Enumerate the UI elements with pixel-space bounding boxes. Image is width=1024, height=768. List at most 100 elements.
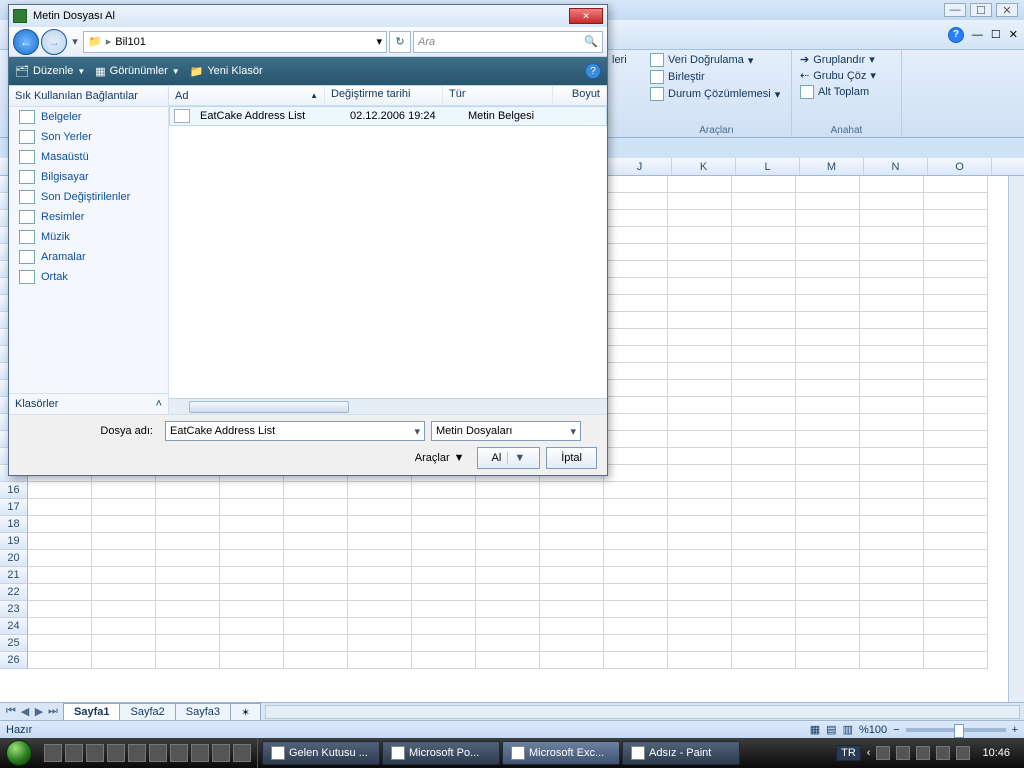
cell[interactable] — [220, 567, 284, 584]
cell[interactable] — [540, 533, 604, 550]
file-row[interactable]: EatCake Address List 02.12.2006 19:24 Me… — [169, 106, 607, 126]
quick-launch-item[interactable] — [233, 744, 251, 762]
cell[interactable] — [348, 601, 412, 618]
cell[interactable] — [284, 584, 348, 601]
row-header[interactable]: 26 — [0, 652, 28, 669]
column-header-size[interactable]: Boyut — [553, 86, 607, 105]
cell[interactable] — [924, 635, 988, 652]
cell[interactable] — [284, 516, 348, 533]
column-header[interactable]: J — [608, 158, 672, 175]
column-header-date[interactable]: Değiştirme tarihi — [325, 86, 443, 105]
cell[interactable] — [668, 533, 732, 550]
cell[interactable] — [604, 533, 668, 550]
quick-launch-item[interactable] — [107, 744, 125, 762]
dialog-help-button[interactable]: ? — [585, 63, 601, 79]
cell[interactable] — [476, 584, 540, 601]
cell[interactable] — [348, 499, 412, 516]
folders-toggle[interactable]: Klasörler˄ — [9, 393, 168, 414]
row-header[interactable]: 16 — [0, 482, 28, 499]
cell[interactable] — [860, 567, 924, 584]
cell[interactable] — [28, 652, 92, 669]
cell[interactable] — [668, 584, 732, 601]
cell[interactable] — [476, 567, 540, 584]
back-button[interactable]: ← — [13, 29, 39, 55]
view-pagebreak-button[interactable]: ▥ — [843, 723, 853, 736]
favorite-link[interactable]: Belgeler — [9, 107, 168, 127]
sheet-tab-1[interactable]: Sayfa1 — [63, 703, 120, 720]
taskbar-item-outlook[interactable]: Gelen Kutusu ... — [262, 741, 380, 765]
cell[interactable] — [284, 533, 348, 550]
cell[interactable] — [860, 601, 924, 618]
cell[interactable] — [796, 550, 860, 567]
cell[interactable] — [476, 618, 540, 635]
cell[interactable] — [412, 584, 476, 601]
cell[interactable] — [540, 567, 604, 584]
cell[interactable] — [540, 618, 604, 635]
cell[interactable] — [412, 635, 476, 652]
cell[interactable] — [412, 482, 476, 499]
cell[interactable] — [284, 499, 348, 516]
history-dropdown[interactable]: ▾ — [69, 29, 81, 55]
excel-maximize-button[interactable]: ☐ — [970, 3, 992, 17]
cell[interactable] — [668, 482, 732, 499]
ungroup-button[interactable]: ⇠Grubu Çöz▾ — [798, 68, 895, 83]
group-button[interactable]: ➔Gruplandır▾ — [798, 52, 895, 67]
new-sheet-button[interactable]: ✶ — [230, 703, 261, 721]
zoom-out-button[interactable]: − — [893, 724, 899, 736]
cell[interactable] — [92, 482, 156, 499]
column-header-name[interactable]: Ad▲ — [169, 86, 325, 105]
column-header[interactable]: O — [928, 158, 992, 175]
refresh-button[interactable]: ↻ — [389, 31, 411, 53]
cell[interactable] — [924, 567, 988, 584]
column-header[interactable]: K — [672, 158, 736, 175]
tray-icon[interactable] — [876, 746, 890, 760]
favorite-link[interactable]: Son Değiştirilenler — [9, 187, 168, 207]
cell[interactable] — [604, 550, 668, 567]
cell[interactable] — [28, 516, 92, 533]
language-indicator[interactable]: TR — [836, 745, 861, 761]
cell[interactable] — [220, 635, 284, 652]
taskbar-item-paint[interactable]: Adsız - Paint — [622, 741, 740, 765]
excel-close-button[interactable]: ✕ — [996, 3, 1018, 17]
cell[interactable] — [284, 618, 348, 635]
cell[interactable] — [156, 499, 220, 516]
cell[interactable] — [860, 516, 924, 533]
cell[interactable] — [860, 618, 924, 635]
cell[interactable] — [732, 618, 796, 635]
cell[interactable] — [348, 516, 412, 533]
taskbar-item-excel[interactable]: Microsoft Exc... — [502, 741, 620, 765]
cell[interactable] — [412, 550, 476, 567]
cell[interactable] — [476, 550, 540, 567]
cell[interactable] — [220, 482, 284, 499]
favorite-link[interactable]: Aramalar — [9, 247, 168, 267]
cell[interactable] — [412, 601, 476, 618]
cell[interactable] — [220, 584, 284, 601]
forward-button[interactable]: → — [41, 29, 67, 55]
taskbar-clock[interactable]: 10:46 — [976, 747, 1016, 759]
cell[interactable] — [28, 533, 92, 550]
inner-minimize-button[interactable]: — — [972, 29, 983, 41]
horizontal-scrollbar[interactable] — [265, 705, 1020, 719]
cell[interactable] — [28, 499, 92, 516]
file-type-filter[interactable]: Metin Dosyaları▾ — [431, 421, 581, 441]
tray-icon[interactable] — [916, 746, 930, 760]
tray-icon[interactable] — [896, 746, 910, 760]
cell[interactable] — [540, 652, 604, 669]
cell[interactable] — [604, 618, 668, 635]
cell[interactable] — [28, 584, 92, 601]
cell[interactable] — [796, 584, 860, 601]
cell[interactable] — [924, 584, 988, 601]
sheet-tab-3[interactable]: Sayfa3 — [175, 703, 231, 720]
cell[interactable] — [284, 652, 348, 669]
cell[interactable] — [732, 652, 796, 669]
cell[interactable] — [540, 482, 604, 499]
quick-launch-item[interactable] — [170, 744, 188, 762]
cell[interactable] — [540, 601, 604, 618]
favorite-link[interactable]: Ortak — [9, 267, 168, 287]
cell[interactable] — [476, 652, 540, 669]
cell[interactable] — [284, 482, 348, 499]
taskbar-item-powerpoint[interactable]: Microsoft Po... — [382, 741, 500, 765]
cell[interactable] — [732, 635, 796, 652]
cell[interactable] — [156, 618, 220, 635]
cell[interactable] — [604, 499, 668, 516]
